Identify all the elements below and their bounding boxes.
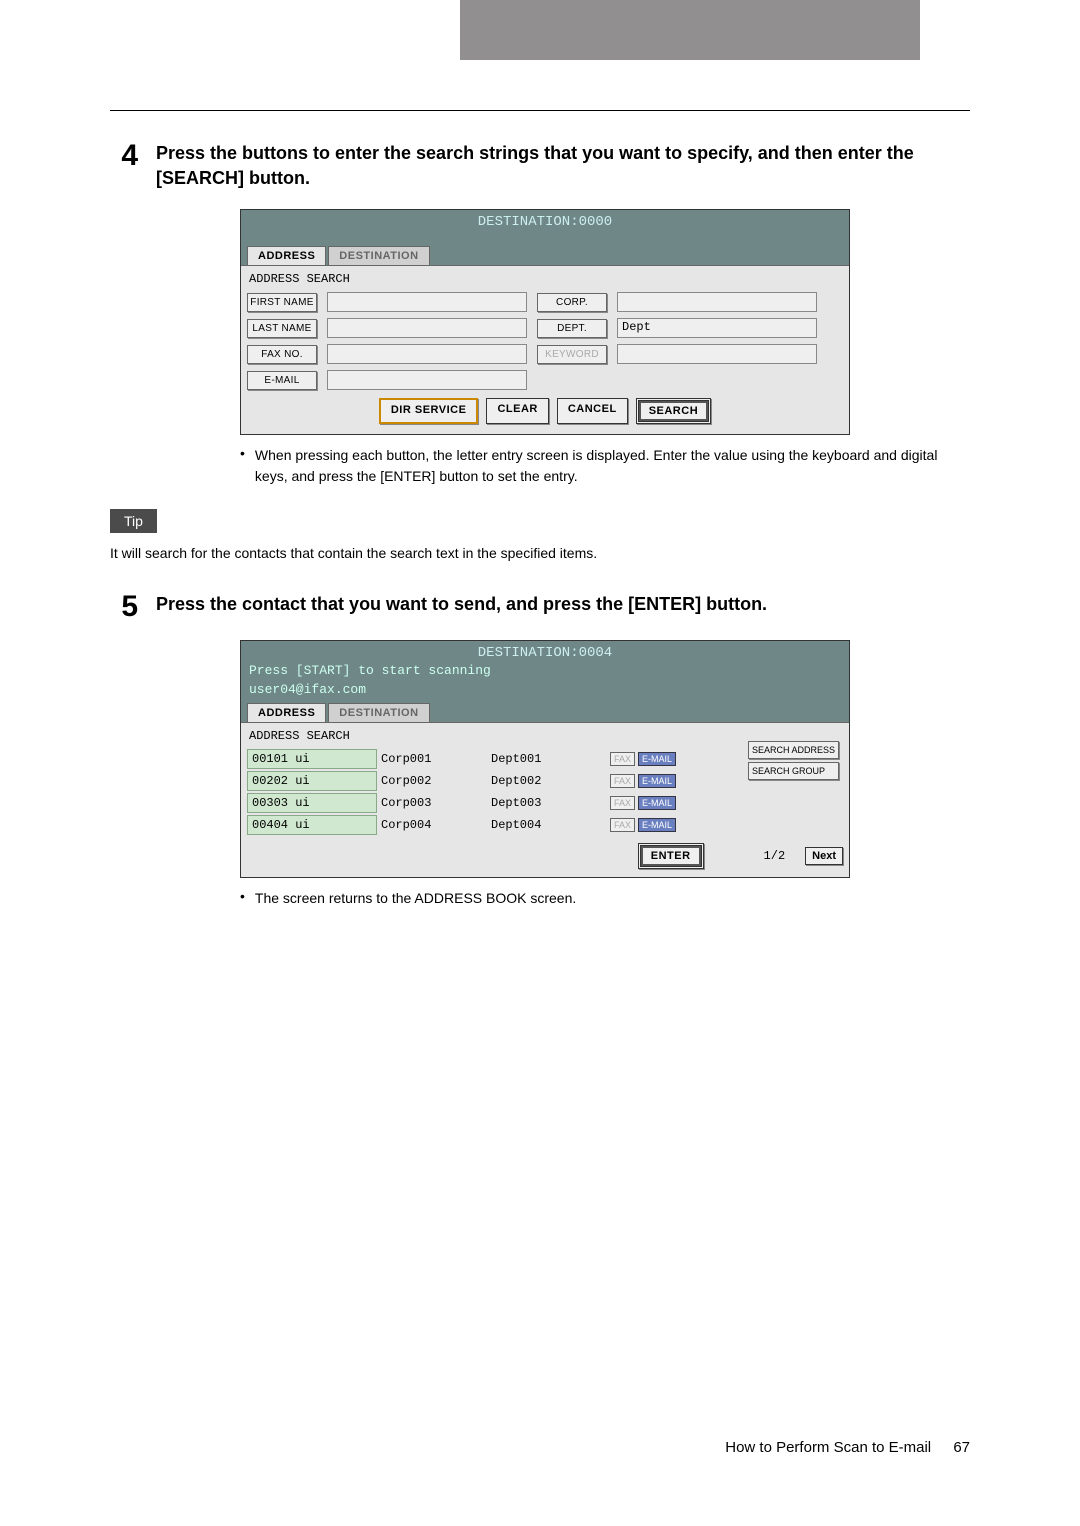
row-id: 00303 ui bbox=[247, 793, 377, 813]
tab-destination[interactable]: DESTINATION bbox=[328, 246, 429, 265]
row-corp: Corp003 bbox=[377, 794, 487, 812]
panel1-subhead: ADDRESS SEARCH bbox=[247, 270, 843, 292]
tip-label: Tip bbox=[110, 509, 157, 533]
dept-button[interactable]: DEPT. bbox=[537, 319, 607, 338]
tab-destination-2[interactable]: DESTINATION bbox=[328, 703, 429, 722]
enter-button[interactable]: ENTER bbox=[638, 843, 704, 869]
tip-text: It will search for the contacts that con… bbox=[110, 543, 1080, 564]
tab-address[interactable]: ADDRESS bbox=[247, 246, 326, 265]
fax-chip[interactable]: FAX bbox=[610, 752, 635, 766]
search-group-button[interactable]: SEARCH GROUP bbox=[748, 762, 839, 780]
next-button[interactable]: Next bbox=[805, 847, 843, 865]
bullet-1: • When pressing each button, the letter … bbox=[240, 445, 970, 487]
first-name-button[interactable]: FIRST NAME bbox=[247, 293, 317, 312]
row-id: 00202 ui bbox=[247, 771, 377, 791]
address-search-panel: DESTINATION:0000 ADDRESS DESTINATION ADD… bbox=[240, 209, 850, 435]
last-name-button[interactable]: LAST NAME bbox=[247, 319, 317, 338]
result-row[interactable]: 00404 ui Corp004 Dept004 FAX E-MAIL bbox=[247, 815, 843, 835]
fax-no-button[interactable]: FAX NO. bbox=[247, 345, 317, 364]
email-input[interactable] bbox=[327, 370, 527, 390]
header-gray-block bbox=[460, 0, 920, 60]
result-row[interactable]: 00303 ui Corp003 Dept003 FAX E-MAIL bbox=[247, 793, 843, 813]
dir-service-button[interactable]: DIR SERVICE bbox=[379, 398, 479, 424]
panel2-sub2: user04@ifax.com bbox=[241, 682, 849, 703]
row-dept: Dept003 bbox=[487, 794, 607, 812]
corp-button[interactable]: CORP. bbox=[537, 293, 607, 312]
page-footer: How to Perform Scan to E-mail 67 bbox=[0, 1439, 1080, 1496]
step-5: 5 Press the contact that you want to sen… bbox=[110, 592, 970, 622]
panel1-header: DESTINATION:0000 bbox=[241, 210, 849, 246]
results-panel: DESTINATION:0004 Press [START] to start … bbox=[240, 640, 850, 878]
fax-chip[interactable]: FAX bbox=[610, 796, 635, 810]
bullet-dot-icon: • bbox=[240, 445, 245, 487]
cancel-button[interactable]: CANCEL bbox=[557, 398, 628, 424]
row-dept: Dept004 bbox=[487, 816, 607, 834]
search-address-button[interactable]: SEARCH ADDRESS bbox=[748, 741, 839, 759]
panel2-header: DESTINATION:0004 bbox=[241, 641, 849, 663]
dept-input[interactable]: Dept bbox=[617, 318, 817, 338]
row-id: 00404 ui bbox=[247, 815, 377, 835]
panel1-body: ADDRESS SEARCH FIRST NAME CORP. LAST NAM… bbox=[241, 265, 849, 434]
email-chip[interactable]: E-MAIL bbox=[638, 818, 676, 832]
step-4-number: 4 bbox=[110, 141, 138, 171]
panel2-tabs: ADDRESS DESTINATION bbox=[241, 703, 849, 722]
step-4: 4 Press the buttons to enter the search … bbox=[110, 141, 970, 191]
row-dept: Dept002 bbox=[487, 772, 607, 790]
row-corp: Corp001 bbox=[377, 750, 487, 768]
step-5-title: Press the contact that you want to send,… bbox=[156, 592, 767, 617]
step-5-number: 5 bbox=[110, 592, 138, 622]
email-chip[interactable]: E-MAIL bbox=[638, 796, 676, 810]
screenshot-1-wrap: DESTINATION:0000 ADDRESS DESTINATION ADD… bbox=[240, 209, 970, 435]
keyword-input[interactable] bbox=[617, 344, 817, 364]
keyword-button[interactable]: KEYWORD bbox=[537, 345, 607, 364]
bullet-dot-icon: • bbox=[240, 888, 245, 909]
page-content-2: 5 Press the contact that you want to sen… bbox=[0, 592, 1080, 909]
bullet-1-text: When pressing each button, the letter en… bbox=[255, 445, 970, 487]
corp-input[interactable] bbox=[617, 292, 817, 312]
bullet-2-text: The screen returns to the ADDRESS BOOK s… bbox=[255, 888, 970, 909]
footer-text: How to Perform Scan to E-mail bbox=[725, 1439, 931, 1456]
fax-chip[interactable]: FAX bbox=[610, 818, 635, 832]
bullet-2: • The screen returns to the ADDRESS BOOK… bbox=[240, 888, 970, 909]
step-4-title: Press the buttons to enter the search st… bbox=[156, 141, 970, 191]
row-id: 00101 ui bbox=[247, 749, 377, 769]
email-chip[interactable]: E-MAIL bbox=[638, 752, 676, 766]
email-chip[interactable]: E-MAIL bbox=[638, 774, 676, 788]
email-button[interactable]: E-MAIL bbox=[247, 371, 317, 390]
screenshot-2-wrap: DESTINATION:0004 Press [START] to start … bbox=[240, 640, 970, 878]
panel1-tabs: ADDRESS DESTINATION bbox=[241, 246, 849, 265]
panel1-buttonbar: DIR SERVICE CLEAR CANCEL SEARCH bbox=[247, 398, 843, 424]
first-name-input[interactable] bbox=[327, 292, 527, 312]
panel2-bottombar: ENTER 1/2 Next bbox=[247, 843, 843, 869]
row-corp: Corp002 bbox=[377, 772, 487, 790]
panel2-body: ADDRESS SEARCH 00101 ui Corp001 Dept001 … bbox=[241, 722, 849, 877]
tab-address-2[interactable]: ADDRESS bbox=[247, 703, 326, 722]
fax-chip[interactable]: FAX bbox=[610, 774, 635, 788]
side-buttons: SEARCH ADDRESS SEARCH GROUP bbox=[748, 741, 839, 780]
footer-page: 67 bbox=[953, 1439, 970, 1456]
page-content: 4 Press the buttons to enter the search … bbox=[0, 111, 1080, 487]
search-grid: FIRST NAME CORP. LAST NAME DEPT. Dept FA… bbox=[247, 292, 843, 390]
search-button[interactable]: SEARCH bbox=[636, 398, 711, 424]
page-indicator: 1/2 bbox=[764, 849, 786, 863]
panel2-sub1: Press [START] to start scanning bbox=[241, 663, 849, 682]
row-corp: Corp004 bbox=[377, 816, 487, 834]
last-name-input[interactable] bbox=[327, 318, 527, 338]
fax-no-input[interactable] bbox=[327, 344, 527, 364]
row-dept: Dept001 bbox=[487, 750, 607, 768]
clear-button[interactable]: CLEAR bbox=[486, 398, 548, 424]
